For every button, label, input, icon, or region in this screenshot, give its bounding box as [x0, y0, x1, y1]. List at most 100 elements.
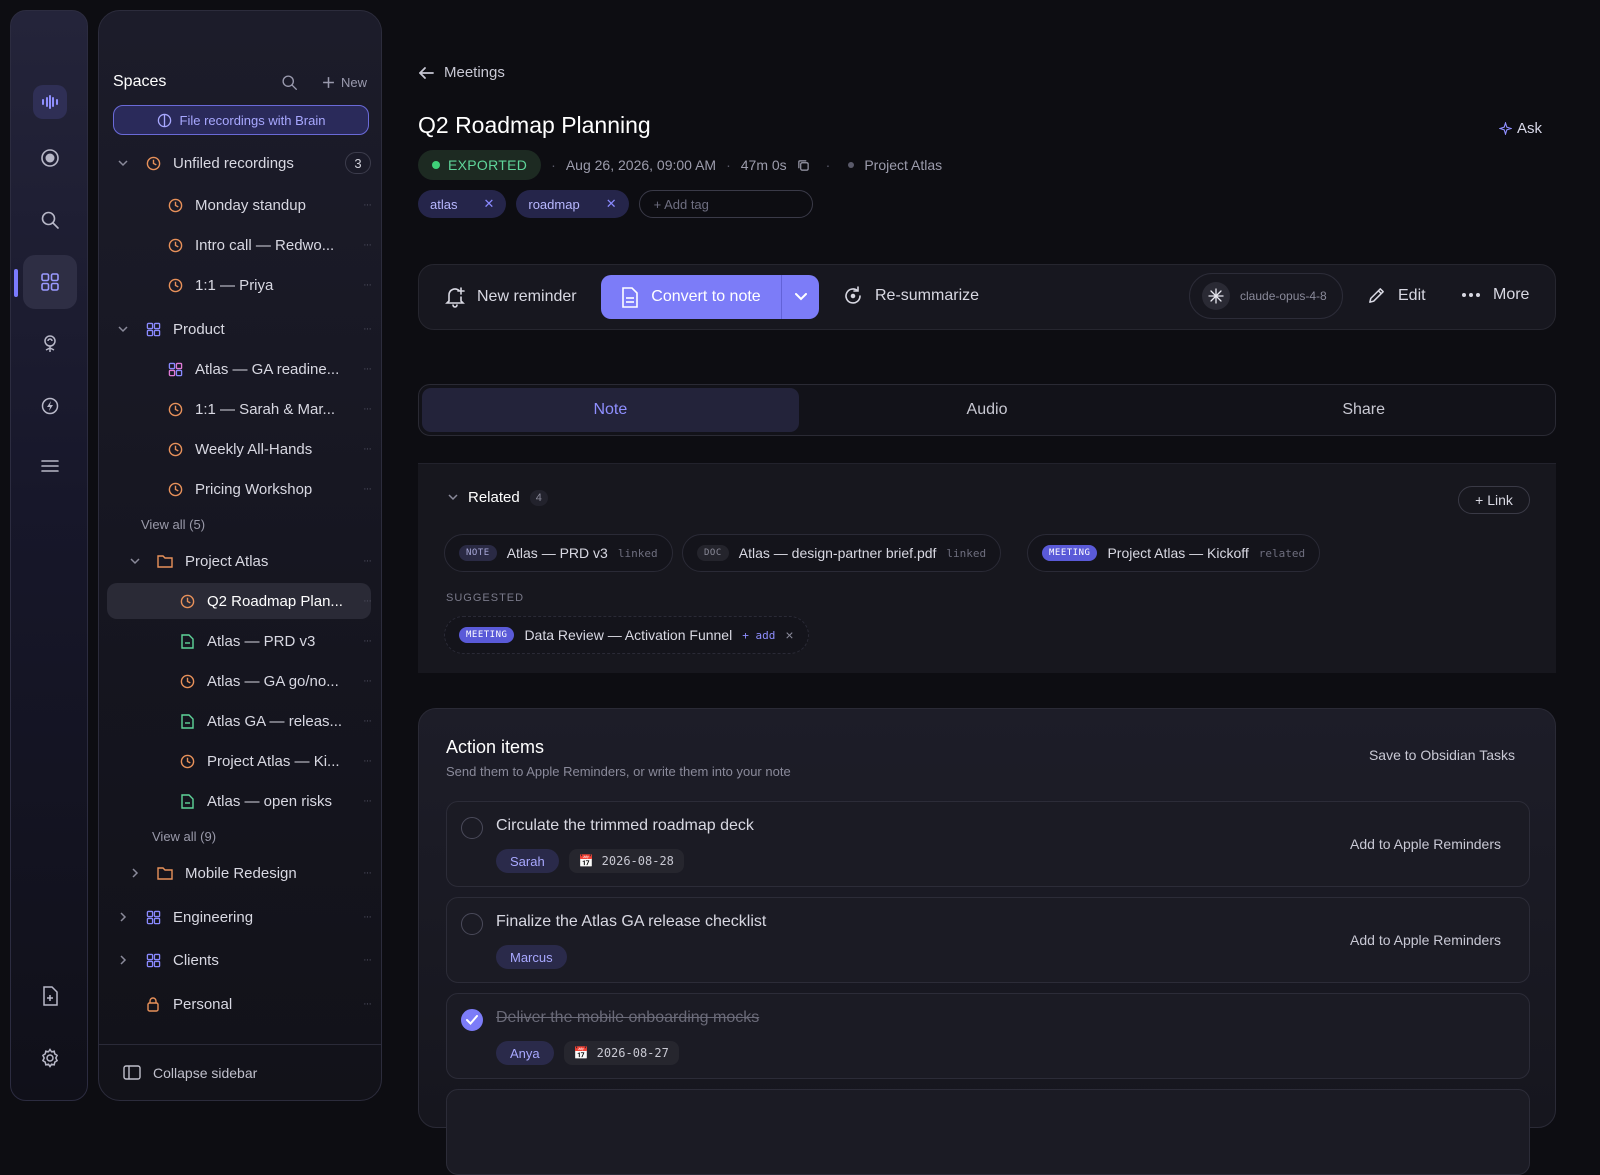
ellipsis-icon — [1462, 293, 1480, 297]
convert-main[interactable]: Convert to note — [601, 275, 781, 319]
task-checkbox[interactable] — [461, 817, 483, 839]
chip-badge: MEETING — [459, 627, 515, 643]
meeting-datetime: Aug 26, 2026, 09:00 AM — [565, 157, 717, 173]
chip-kind: linked — [617, 546, 658, 560]
action-items-subtitle: Send them to Apple Reminders, or write t… — [446, 764, 791, 779]
due-date[interactable]: 📅 2026-08-27 — [563, 1041, 679, 1065]
content-tabs: Note Audio Share — [418, 384, 1556, 436]
sparkle-icon — [1499, 122, 1512, 135]
related-title: Related — [468, 489, 520, 506]
owner-pill[interactable]: Marcus — [496, 945, 567, 969]
add-to-reminders-button[interactable]: Add to Apple Reminders — [1350, 932, 1501, 948]
edit-button[interactable]: Edit — [1367, 286, 1426, 305]
chip-badge: NOTE — [459, 545, 497, 561]
action-item: Circulate the trimmed roadmap deck Sarah… — [446, 801, 1530, 887]
add-link-button[interactable]: + Link — [1458, 486, 1530, 514]
chevron-down-icon — [448, 494, 458, 501]
calendar-icon: 📅 — [578, 854, 594, 868]
owner-pill[interactable]: Anya — [496, 1041, 554, 1065]
refresh-icon — [845, 286, 861, 304]
more-label: More — [1493, 286, 1530, 303]
related-count: 4 — [529, 489, 548, 506]
add-suggestion-button[interactable]: + add — [742, 629, 775, 642]
copy-icon[interactable] — [797, 159, 810, 172]
action-items-title: Action items — [446, 737, 545, 757]
task-checkbox-checked[interactable] — [461, 1009, 483, 1031]
status-label: EXPORTED — [448, 157, 528, 173]
page-title: Q2 Roadmap Planning — [418, 112, 651, 138]
edit-label: Edit — [1398, 286, 1426, 304]
due-date-label: 2026-08-28 — [601, 854, 674, 868]
arrow-left-icon — [419, 66, 434, 79]
separator: · — [551, 157, 556, 173]
check-icon — [466, 1015, 478, 1025]
task-title: Circulate the trimmed roadmap deck — [496, 817, 754, 834]
ask-label: Ask — [1517, 120, 1543, 137]
tag-chip[interactable]: atlas ✕ — [418, 190, 507, 218]
suggested-chip[interactable]: MEETING Data Review — Activation Funnel … — [444, 616, 809, 654]
chip-label: Project Atlas — Kickoff — [1107, 545, 1249, 561]
convert-to-note-button[interactable]: Convert to note — [601, 275, 819, 319]
task-meta: Anya 📅 2026-08-27 — [496, 1041, 679, 1065]
related-chip[interactable]: MEETING Project Atlas — Kickoff related — [1027, 534, 1321, 572]
dismiss-suggestion-icon[interactable]: × — [785, 627, 793, 643]
action-item — [446, 1089, 1530, 1175]
model-label: claude-opus-4-8 — [1240, 289, 1327, 303]
related-header[interactable]: Related 4 — [448, 489, 548, 506]
remove-tag-icon[interactable]: ✕ — [483, 196, 494, 212]
action-items-panel: Action items Send them to Apple Reminder… — [418, 708, 1556, 1175]
add-to-reminders-button[interactable]: Add to Apple Reminders — [1350, 836, 1501, 852]
tab-audio[interactable]: Audio — [799, 388, 1176, 432]
tag-label: atlas — [430, 196, 458, 212]
action-toolbar: New reminder Convert to note Re-summariz… — [418, 264, 1556, 330]
chip-label: Data Review — Activation Funnel — [524, 627, 733, 643]
meeting-project[interactable]: Project Atlas — [864, 157, 942, 173]
new-reminder-label: New reminder — [477, 288, 577, 305]
chip-label: Atlas — design-partner brief.pdf — [738, 545, 937, 561]
project-dot — [848, 162, 855, 168]
task-meta: Marcus — [496, 945, 567, 969]
status-badge: EXPORTED — [418, 150, 542, 180]
meeting-duration: 47m 0s — [740, 157, 787, 173]
tab-share[interactable]: Share — [1175, 388, 1552, 432]
pencil-icon — [1369, 288, 1384, 303]
task-checkbox[interactable] — [461, 913, 483, 935]
document-icon — [622, 286, 639, 308]
main-panel: Meetings Q2 Roadmap Planning Ask EXPORTE… — [0, 0, 1600, 1175]
task-meta: Sarah 📅 2026-08-28 — [496, 849, 684, 873]
back-label: Meetings — [444, 64, 505, 81]
remove-tag-icon[interactable]: ✕ — [606, 196, 617, 212]
model-avatar-icon — [1202, 282, 1230, 310]
separator: · — [726, 157, 731, 173]
resummarize-label: Re-summarize — [875, 287, 980, 304]
related-chip[interactable]: NOTE Atlas — PRD v3 linked — [444, 534, 673, 572]
model-selector[interactable]: claude-opus-4-8 — [1189, 273, 1343, 319]
chip-kind: linked — [946, 546, 987, 560]
back-to-meetings-link[interactable]: Meetings — [418, 64, 505, 81]
action-item: Finalize the Atlas GA release checklist … — [446, 897, 1530, 983]
owner-pill[interactable]: Sarah — [496, 849, 559, 873]
task-title: Deliver the mobile onboarding mocks — [496, 1009, 760, 1026]
tag-chip[interactable]: roadmap ✕ — [516, 190, 629, 218]
calendar-icon: 📅 — [573, 1046, 589, 1060]
more-button[interactable]: More — [1461, 286, 1529, 304]
chevron-down-icon — [794, 293, 807, 301]
related-chip[interactable]: DOC Atlas — design-partner brief.pdf lin… — [682, 534, 1002, 572]
chip-kind: related — [1258, 546, 1306, 560]
save-to-obsidian-button[interactable]: Save to Obsidian Tasks — [1369, 747, 1515, 763]
convert-dropdown-button[interactable] — [781, 275, 819, 319]
tab-note[interactable]: Note — [422, 388, 799, 432]
ask-button[interactable]: Ask — [1499, 120, 1542, 137]
chip-badge: MEETING — [1042, 545, 1098, 561]
chip-label: Atlas — PRD v3 — [506, 545, 608, 561]
add-tag-input[interactable]: + Add tag — [638, 190, 813, 218]
resummarize-button[interactable]: Re-summarize — [843, 286, 979, 306]
new-reminder-button[interactable]: New reminder — [445, 286, 577, 308]
tag-list: atlas ✕ roadmap ✕ + Add tag — [418, 190, 813, 218]
due-date[interactable]: 📅 2026-08-28 — [568, 849, 684, 873]
meeting-meta: EXPORTED · Aug 26, 2026, 09:00 AM · 47m … — [418, 150, 942, 180]
separator: · — [825, 157, 831, 173]
task-title: Finalize the Atlas GA release checklist — [496, 913, 767, 930]
chip-badge: DOC — [697, 545, 729, 561]
tag-label: roadmap — [528, 196, 580, 212]
